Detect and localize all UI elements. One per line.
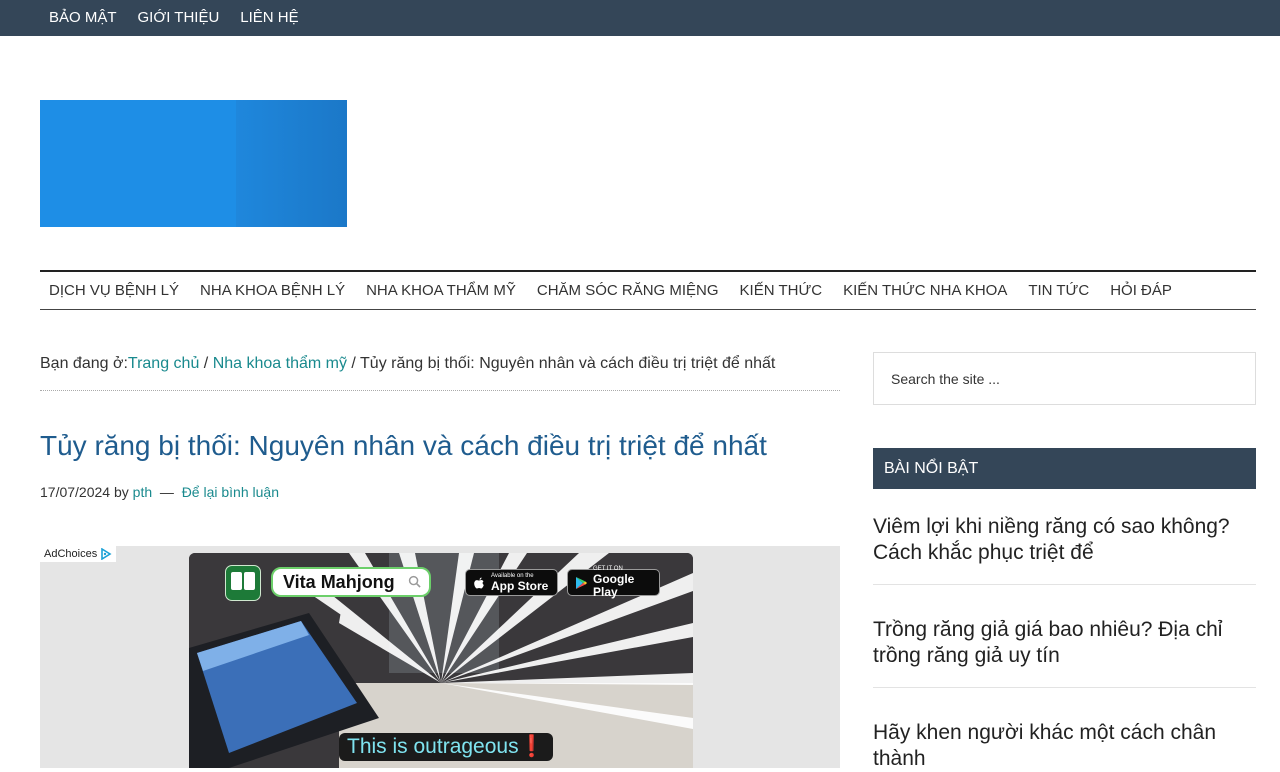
post-author-link[interactable]: pth <box>133 484 152 500</box>
video-caption: This is outrageous❗ <box>339 733 553 761</box>
featured-post-link[interactable]: Hãy khen người khác một cách chân thành <box>873 720 1256 772</box>
breadcrumb-home-link[interactable]: Trang chủ <box>128 355 199 372</box>
meta-dash: — <box>159 484 174 500</box>
app-name: Vita Mahjong <box>283 571 395 592</box>
featured-posts-list: Viêm lợi khi niềng răng có sao không? Cá… <box>873 514 1256 772</box>
google-play-text: GET IT ON Google Play <box>593 566 659 599</box>
main-menu-link-dich-vu-benh-ly[interactable]: DỊCH VỤ BỆNH LÝ <box>49 282 179 299</box>
main-menu-link-hoi-dap[interactable]: HỎI ĐÁP <box>1110 282 1172 299</box>
main-menu-link-tin-tuc[interactable]: TIN TỨC <box>1028 282 1089 299</box>
main-menu: DỊCH VỤ BỆNH LÝ NHA KHOA BỆNH LÝ NHA KHO… <box>40 272 1256 309</box>
leave-comment-link[interactable]: Để lại bình luận <box>182 484 279 500</box>
post-date: 17/07/2024 <box>40 484 111 500</box>
breadcrumb: Bạn đang ở:Trang chủ / Nha khoa thẩm mỹ … <box>40 355 840 373</box>
main-menu-item: KIẾN THỨC <box>740 282 823 300</box>
breadcrumb-separator: / <box>346 355 361 372</box>
adchoices-icon <box>101 548 112 560</box>
app-store-text: Available on the App Store <box>491 573 548 593</box>
mahjong-tile-right <box>244 572 255 590</box>
featured-post-item: Trồng răng giả giá bao nhiêu? Địa chỉ tr… <box>873 617 1256 688</box>
main-menu-item: KIẾN THỨC NHA KHOA <box>843 282 1007 300</box>
logo-shade <box>236 100 347 227</box>
top-menu-item-gioi-thieu: GIỚI THIỆU <box>138 9 220 27</box>
site-search-input[interactable] <box>873 352 1256 405</box>
post-by: by <box>113 484 129 500</box>
main-menu-link-nha-khoa-tham-my[interactable]: NHA KHOA THẨM MỸ <box>366 282 516 299</box>
top-menu-link-lien-he[interactable]: LIÊN HỆ <box>240 9 298 26</box>
featured-post-item: Viêm lợi khi niềng răng có sao không? Cá… <box>873 514 1256 585</box>
main-menu-item: NHA KHOA THẨM MỸ <box>366 282 516 300</box>
advertisement[interactable]: AdChoices Vita Mahjong Available on the … <box>40 546 840 768</box>
breadcrumb-divider <box>40 390 840 391</box>
main-menu-item: CHĂM SÓC RĂNG MIỆNG <box>537 282 719 300</box>
top-menu-link-bao-mat[interactable]: BẢO MẬT <box>49 9 117 26</box>
site-logo[interactable] <box>40 100 347 227</box>
adchoices-badge[interactable]: AdChoices <box>40 546 117 562</box>
top-navigation-bar: BẢO MẬT GIỚI THIỆU LIÊN HỆ <box>0 0 1280 36</box>
breadcrumb-category-link[interactable]: Nha khoa thẩm mỹ <box>213 355 347 372</box>
google-play-badge[interactable]: GET IT ON Google Play <box>567 566 660 599</box>
featured-post-link[interactable]: Viêm lợi khi niềng răng có sao không? Cá… <box>873 514 1256 566</box>
featured-post-item: Hãy khen người khác một cách chân thành <box>873 720 1256 772</box>
main-menu-item: DỊCH VỤ BỆNH LÝ <box>49 282 179 300</box>
app-search-pill: Vita Mahjong <box>271 567 431 597</box>
top-menu-link-gioi-thieu[interactable]: GIỚI THIỆU <box>138 9 220 26</box>
app-icon <box>225 565 261 601</box>
top-menu-item-lien-he: LIÊN HỆ <box>240 9 298 27</box>
breadcrumb-separator: / <box>199 355 213 372</box>
ad-video[interactable]: Vita Mahjong Available on the App Store <box>189 553 693 768</box>
google-play-icon <box>576 576 587 589</box>
featured-post-link[interactable]: Trồng răng giả giá bao nhiêu? Địa chỉ tr… <box>873 617 1256 669</box>
featured-posts-heading: BÀI NỔI BẬT <box>873 448 1256 489</box>
main-menu-link-cham-soc-rang-mieng[interactable]: CHĂM SÓC RĂNG MIỆNG <box>537 282 719 299</box>
app-store-badge[interactable]: Available on the App Store <box>465 569 558 596</box>
main-menu-item: HỎI ĐÁP <box>1110 282 1172 300</box>
top-menu: BẢO MẬT GIỚI THIỆU LIÊN HỆ <box>49 0 320 36</box>
google-play-big-text: Google Play <box>593 572 635 599</box>
main-menu-link-kien-thuc[interactable]: KIẾN THỨC <box>740 282 823 299</box>
breadcrumb-prefix: Bạn đang ở: <box>40 355 128 372</box>
breadcrumb-current: Tủy răng bị thối: Nguyên nhân và cách đi… <box>360 355 776 372</box>
search-icon <box>408 575 421 588</box>
article-meta: 17/07/2024 by pth — Để lại bình luận <box>40 484 279 500</box>
main-menu-item: NHA KHOA BỆNH LÝ <box>200 282 345 300</box>
article-title: Tủy răng bị thối: Nguyên nhân và cách đi… <box>40 430 767 461</box>
top-menu-item-bao-mat: BẢO MẬT <box>49 9 117 27</box>
mahjong-tile-left <box>231 572 242 590</box>
apple-icon <box>474 577 484 588</box>
main-navigation: DỊCH VỤ BỆNH LÝ NHA KHOA BỆNH LÝ NHA KHO… <box>40 270 1256 310</box>
main-menu-link-nha-khoa-benh-ly[interactable]: NHA KHOA BỆNH LÝ <box>200 282 345 299</box>
app-store-big-text: App Store <box>491 578 549 593</box>
main-menu-item: TIN TỨC <box>1028 282 1089 300</box>
adchoices-label: AdChoices <box>44 548 98 560</box>
main-menu-link-kien-thuc-nha-khoa[interactable]: KIẾN THỨC NHA KHOA <box>843 282 1007 299</box>
